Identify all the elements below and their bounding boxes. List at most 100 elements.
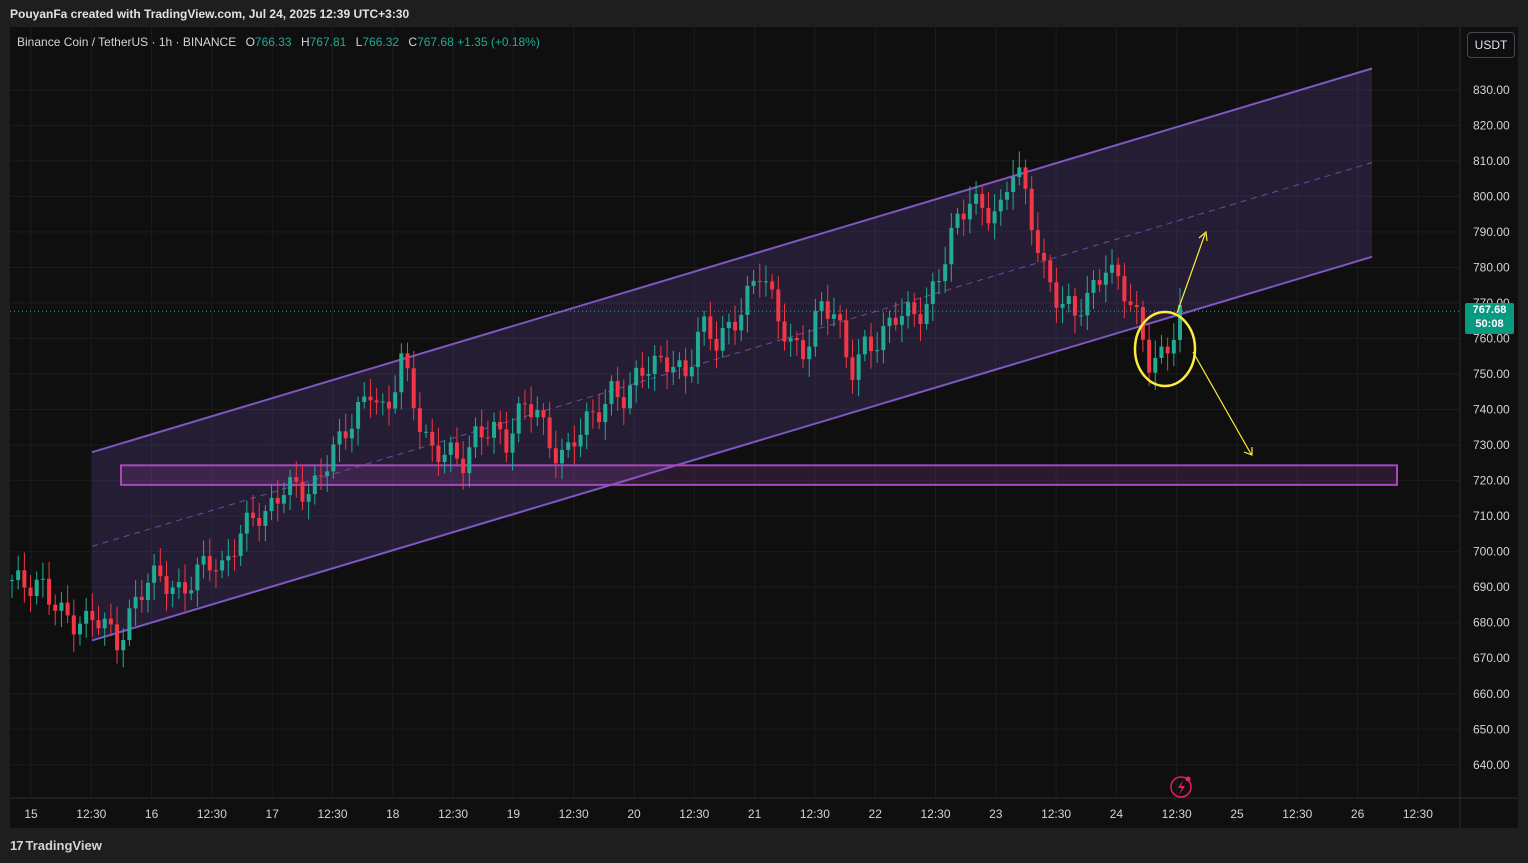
price-tick-label: 690.00 <box>1473 580 1510 594</box>
candle-body <box>1116 264 1121 277</box>
chart-credit: PouyanFa created with TradingView.com, J… <box>10 7 410 21</box>
candle-body <box>108 618 113 625</box>
candle-body <box>343 431 348 439</box>
candle-body <box>40 578 45 580</box>
candle-body <box>411 368 416 409</box>
candle-body <box>207 555 212 571</box>
candle-body <box>658 355 663 358</box>
candle-body <box>1171 339 1176 354</box>
candle-body <box>1072 295 1077 316</box>
candle-body <box>510 433 515 453</box>
candle-body <box>251 512 256 519</box>
chart-area[interactable]: 640.00 650.00 660.00 670.00 680.00 690.00 700.… <box>10 27 1518 828</box>
candle-body <box>751 280 756 286</box>
candle-body <box>337 431 342 445</box>
candle-body <box>71 615 76 635</box>
alert-lightning-icon <box>1178 780 1185 795</box>
candle-body <box>300 481 305 502</box>
candle-body <box>770 281 775 290</box>
candle-body <box>838 314 843 321</box>
candle-body <box>844 320 849 358</box>
candle-body <box>28 587 33 597</box>
candle-body <box>782 321 787 342</box>
price-tick-label: 680.00 <box>1473 616 1510 630</box>
time-tick-label: 12:30 <box>1041 807 1071 821</box>
candle-body <box>65 602 70 616</box>
candle-body <box>16 570 21 581</box>
legend-open: 766.33 <box>254 35 292 49</box>
price-tick-label: 700.00 <box>1473 545 1510 559</box>
candle-body <box>436 445 441 463</box>
legend-close: 767.68 <box>417 35 454 49</box>
symbol-legend[interactable]: Binance Coin / TetherUS · 1h · BINANCE O… <box>17 35 540 49</box>
candle-body <box>627 385 632 409</box>
candle-body <box>312 475 317 495</box>
candle-body <box>176 582 181 588</box>
time-tick-label: 18 <box>386 807 400 821</box>
price-tick-label: 750.00 <box>1473 367 1510 381</box>
candle-body <box>244 512 249 534</box>
footer-brand: TradingView <box>25 838 102 853</box>
legend-low: 766.32 <box>362 35 400 49</box>
time-tick-label: 24 <box>1110 807 1124 821</box>
candle-body <box>145 582 150 601</box>
time-tick-label: 12:30 <box>1282 807 1312 821</box>
currency-button[interactable]: USDT <box>1467 32 1515 58</box>
candle-body <box>220 560 225 571</box>
price-tick-label: 800.00 <box>1473 189 1510 203</box>
legend-high-label: H <box>300 35 310 49</box>
candle-body <box>77 623 82 635</box>
legend-symbol[interactable]: Binance Coin / TetherUS · 1h · BINANCE <box>17 35 236 49</box>
candle-body <box>776 289 781 322</box>
time-tick-label: 12:30 <box>559 807 589 821</box>
candle-body <box>794 337 799 341</box>
candle-body <box>485 437 490 439</box>
candle-body <box>949 227 954 265</box>
support-zone <box>120 464 1398 486</box>
time-tick-label: 15 <box>24 807 38 821</box>
candle-body <box>955 213 960 228</box>
candle-body <box>906 302 911 317</box>
candle-body <box>201 555 206 565</box>
candle-body <box>288 477 293 496</box>
candle-body <box>96 620 101 629</box>
candle-body <box>671 366 676 372</box>
candle-body <box>127 608 132 641</box>
price-chart[interactable]: 640.00 650.00 660.00 670.00 680.00 690.00 700.… <box>10 27 1518 828</box>
candle-body <box>473 426 478 448</box>
candle-body <box>257 518 262 526</box>
candle-body <box>819 301 824 311</box>
candle-body <box>560 449 565 464</box>
candle-body <box>498 421 503 430</box>
candle-body <box>238 533 243 557</box>
candle-body <box>522 403 527 405</box>
price-tick-label: 810.00 <box>1473 154 1510 168</box>
candle-body <box>726 321 731 329</box>
candle-body <box>1128 301 1133 305</box>
time-tick-label: 12:30 <box>197 807 227 821</box>
candle-body <box>139 596 144 601</box>
candle-body <box>597 412 602 423</box>
candle-body <box>386 401 391 409</box>
time-tick-label: 12:30 <box>317 807 347 821</box>
time-tick-label: 23 <box>989 807 1003 821</box>
candle-body <box>813 310 818 347</box>
candle-body <box>183 582 188 594</box>
candle-body <box>875 350 880 352</box>
candle-body <box>269 497 274 512</box>
time-tick-label: 21 <box>748 807 762 821</box>
tradingview-logo[interactable]: 17 TradingView <box>10 838 102 853</box>
candle-body <box>998 199 1003 212</box>
candle-body <box>869 336 874 352</box>
price-tick-label: 790.00 <box>1473 225 1510 239</box>
channel-fill <box>92 68 1372 641</box>
candle-body <box>213 570 218 572</box>
candle-body <box>541 410 546 418</box>
candle-body <box>331 444 336 472</box>
candle-body <box>294 477 299 482</box>
candle-body <box>34 579 39 597</box>
time-tick-label: 12:30 <box>1162 807 1192 821</box>
candle-body <box>133 596 138 609</box>
candle-body <box>393 392 398 409</box>
candle-body <box>702 316 707 332</box>
